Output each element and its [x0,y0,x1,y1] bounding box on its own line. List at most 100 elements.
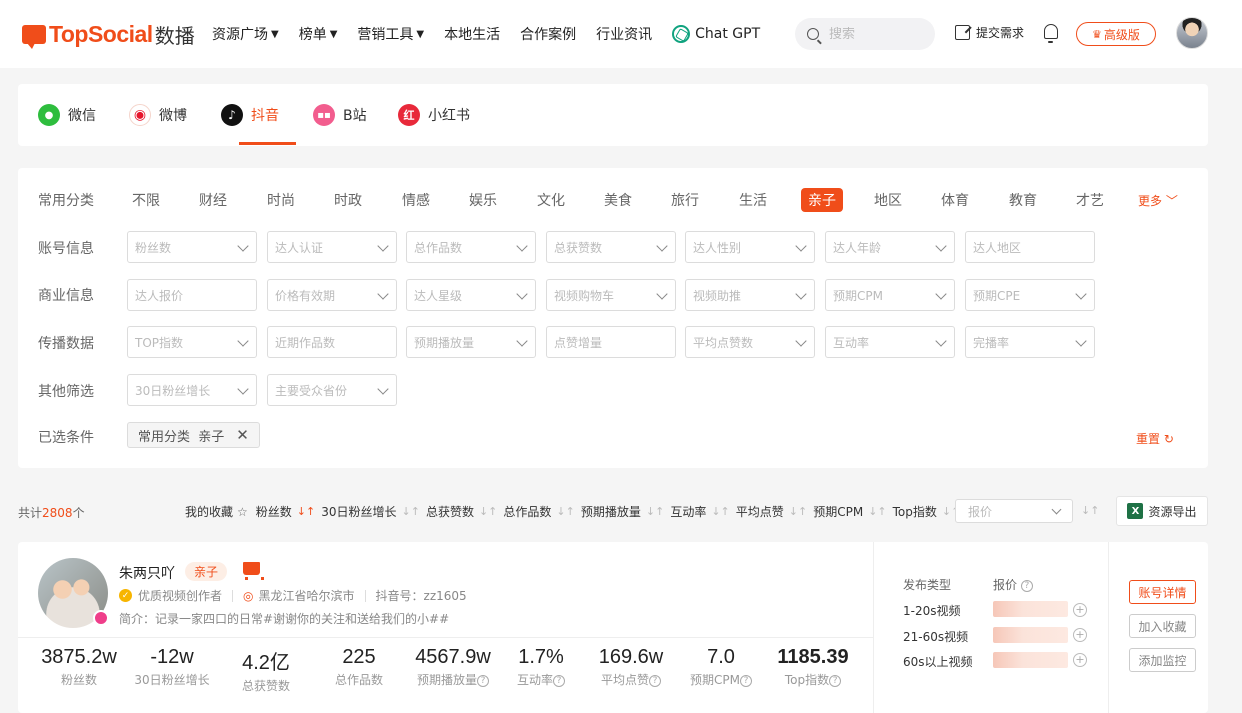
category-item-active[interactable]: 亲子 [801,188,843,212]
reset-button[interactable]: 重置 ↻ [1136,430,1174,447]
help-icon[interactable]: ? [739,674,752,687]
select-top-index[interactable]: TOP指数 [127,326,257,358]
chevron-down-icon [237,383,249,395]
tab-douyin[interactable]: ♪ 抖音 [221,102,279,128]
submit-request-button[interactable]: 提交需求 [955,24,1024,41]
chevron-down-icon [935,288,947,300]
category-item[interactable]: 文化 [537,190,565,210]
user-avatar[interactable] [1176,17,1208,49]
chevron-down-icon [377,288,389,300]
sort-avg-likes[interactable]: 平均点赞 ↓↑ [736,503,807,520]
select-audience-province[interactable]: 主要受众省份 [267,374,397,406]
search-input[interactable] [829,26,919,42]
filter-label-account: 账号信息 [38,241,94,257]
help-icon[interactable]: ? [829,674,842,687]
select-star-level[interactable]: 达人星级 [406,279,536,311]
select-avg-likes[interactable]: 平均点赞数 [685,326,815,358]
sort-total-likes[interactable]: 总获赞数 ↓↑ [426,503,497,520]
input-price[interactable]: 达人报价 [127,279,257,311]
logo-text: TopSocial [49,21,153,47]
select-expected-plays[interactable]: 预期播放量 [406,326,536,358]
logo-icon [22,25,46,49]
price-select[interactable]: 报价 [955,499,1073,523]
input-recent-works[interactable]: 近期作品数 [267,326,397,358]
add-favorite-button[interactable]: 加入收藏 [1129,614,1196,638]
select-cpe[interactable]: 预期CPE [965,279,1095,311]
select-gender[interactable]: 达人性别 [685,231,815,263]
influencer-name[interactable]: 朱两只吖 [119,563,175,583]
account-details-button[interactable]: 账号详情 [1129,580,1196,604]
select-price-validity[interactable]: 价格有效期 [267,279,397,311]
input-like-increase[interactable]: 点赞增量 [546,326,676,358]
sort-fans[interactable]: 粉丝数 ↓↑ [256,503,315,520]
close-icon[interactable]: ✕ [236,426,249,444]
add-icon[interactable]: + [1073,603,1087,617]
stat-total-likes: 4.2亿 总获赞数 [241,652,290,693]
category-item[interactable]: 美食 [604,190,632,210]
sort-arrows-icon: ↓↑ [645,505,665,518]
select-total-likes[interactable]: 总获赞数 [546,231,676,263]
tab-xiaohongshu[interactable]: 红小红书 [398,102,470,128]
category-item[interactable]: 时尚 [267,190,295,210]
select-completion-rate[interactable]: 完播率 [965,326,1095,358]
help-icon[interactable]: ? [553,674,565,687]
sort-arrows-icon[interactable]: ↓↑ [1081,504,1099,517]
chevron-down-icon [795,240,807,252]
price-header: 报价 ? [993,576,1033,593]
add-icon[interactable]: + [1073,628,1087,642]
nav-marketing-tools[interactable]: 营销工具 ▼ [357,24,424,44]
more-categories-button[interactable]: 更多 ﹀ [1138,192,1178,209]
help-icon[interactable]: ? [649,674,661,687]
nav-resources[interactable]: 资源广场 ▼ [212,24,279,44]
category-item[interactable]: 时政 [334,190,362,210]
sort-expected-plays[interactable]: 预期播放量 ↓↑ [581,503,664,520]
search-box[interactable] [795,18,935,50]
category-item[interactable]: 情感 [402,190,430,210]
category-item[interactable]: 地区 [874,190,902,210]
nav-local-life[interactable]: 本地生活 [444,24,500,44]
select-video-boost[interactable]: 视频助推 [685,279,815,311]
logo[interactable]: TopSocial 数播 [22,20,195,49]
sort-total-works[interactable]: 总作品数 ↓↑ [503,503,574,520]
tab-wechat[interactable]: ● 微信 [38,102,96,128]
select-total-works[interactable]: 总作品数 [406,231,536,263]
crown-icon: ♛ [1092,27,1102,41]
sort-30d-growth[interactable]: 30日粉丝增长 ↓↑ [321,503,420,520]
category-item[interactable]: 不限 [132,190,160,210]
category-item[interactable]: 体育 [941,190,969,210]
nav-rankings[interactable]: 榜单 ▼ [299,24,338,44]
sort-arrows-icon: ↓↑ [868,505,887,518]
bell-icon[interactable] [1044,24,1058,43]
tab-weibo[interactable]: ◉ 微博 [129,102,187,128]
add-icon[interactable]: + [1073,653,1087,667]
input-region[interactable]: 达人地区 [965,231,1095,263]
select-30d-growth[interactable]: 30日粉丝增长 [127,374,257,406]
select-cpm[interactable]: 预期CPM [825,279,955,311]
category-item[interactable]: 教育 [1009,190,1037,210]
category-item[interactable]: 娱乐 [469,190,497,210]
select-video-cart[interactable]: 视频购物车 [546,279,676,311]
nav-industry-news[interactable]: 行业资讯 [596,24,652,44]
select-engagement-rate[interactable]: 互动率 [825,326,955,358]
category-item[interactable]: 旅行 [671,190,699,210]
export-button[interactable]: X 资源导出 [1116,496,1208,526]
category-item[interactable]: 生活 [739,190,767,210]
add-monitor-button[interactable]: 添加监控 [1129,648,1196,672]
premium-button[interactable]: ♛ 高级版 [1076,22,1156,46]
select-age[interactable]: 达人年龄 [825,231,955,263]
select-verification[interactable]: 达人认证 [267,231,397,263]
help-icon[interactable]: ? [1020,579,1033,592]
help-icon[interactable]: ? [477,674,489,687]
tab-bilibili[interactable]: ▪▪ B站 [313,102,367,128]
category-item[interactable]: 财经 [199,190,227,210]
favorites-filter[interactable]: 我的收藏 ☆ [185,503,250,520]
sort-engagement[interactable]: 互动率 ↓↑ [670,503,729,520]
sort-top-index[interactable]: Top指数 ↓↑ [893,503,961,520]
select-fans[interactable]: 粉丝数 [127,231,257,263]
nav-cases[interactable]: 合作案例 [520,24,576,44]
category-item[interactable]: 才艺 [1076,190,1104,210]
caret-down-icon: ▼ [329,28,338,40]
sort-cpm[interactable]: 预期CPM ↓↑ [813,503,886,520]
nav-chatgpt[interactable]: Chat GPT [672,25,760,43]
stat-30d-growth: -12w 30日粉丝增长 [134,646,210,687]
